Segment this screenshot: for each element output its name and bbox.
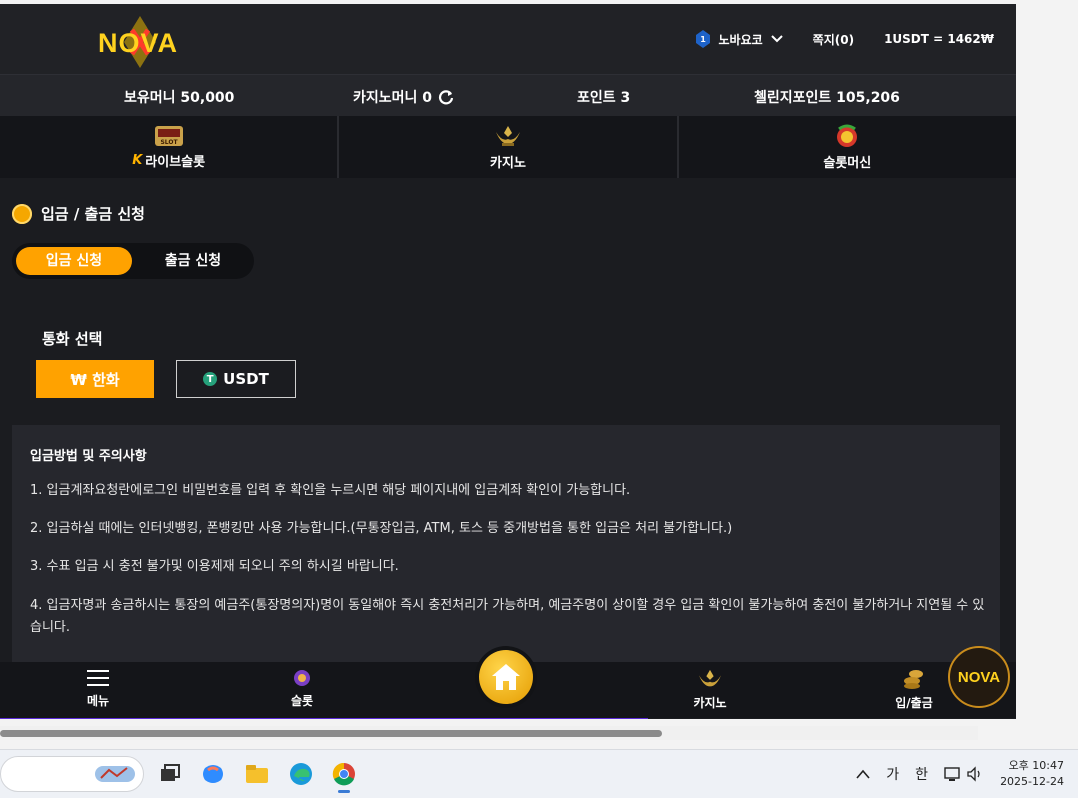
tab-deposit[interactable]: 입금 신청 xyxy=(16,247,132,275)
scrollbar-thumb[interactable] xyxy=(0,730,662,737)
title-bullet-icon xyxy=(12,203,32,224)
home-button[interactable] xyxy=(475,646,537,708)
tab-withdraw[interactable]: 출금 신청 xyxy=(138,247,248,275)
level-badge-icon: 1 xyxy=(696,30,711,48)
search-highlight-icon xyxy=(95,766,135,782)
svg-text:SLOT: SLOT xyxy=(160,139,178,146)
deposit-withdraw-tabs: 입금 신청 출금 신청 xyxy=(12,243,254,279)
notice-item: 3. 수표 입금 시 충전 불가및 이용제재 되오니 주의 하시길 바랍니다. xyxy=(30,559,399,574)
category-slot-machine[interactable]: 슬롯머신 xyxy=(679,116,1016,178)
network-volume-icon[interactable] xyxy=(944,765,984,783)
notice-item: 4. 입금자명과 송금하시는 통장의 예금주(통장명의자)명이 동일해야 즉시 … xyxy=(30,598,985,635)
slot-machine-icon xyxy=(837,124,858,147)
k-brand-icon: K xyxy=(132,152,143,168)
header-utilities: 1 노바요코 쪽지(0) 1USDT = 1462₩ xyxy=(696,30,994,48)
ime-language[interactable]: 한 xyxy=(915,764,928,784)
chevron-up-icon[interactable] xyxy=(856,769,870,779)
bottom-nav-casino[interactable]: 카지노 xyxy=(665,668,755,711)
loading-bar xyxy=(0,718,648,719)
exchange-rate: 1USDT = 1462₩ xyxy=(884,32,994,46)
file-explorer-icon[interactable] xyxy=(243,760,271,788)
currency-usdt-button[interactable]: T USDT xyxy=(176,360,296,398)
windows-taskbar: 가 한 오후 10:47 2025-12-24 xyxy=(0,749,1078,798)
currency-label: 통화 선택 xyxy=(42,330,103,348)
svg-text:NOVA: NOVA xyxy=(98,28,178,58)
slot-icon xyxy=(294,670,310,686)
browser-viewport: NOVA 1 노바요코 쪽지(0) 1USDT = 1462₩ 보유머니 50,… xyxy=(0,4,1016,719)
edge-icon[interactable] xyxy=(287,760,315,788)
category-label: 카지노 xyxy=(490,155,526,171)
ime-indicator[interactable]: 가 xyxy=(886,764,899,784)
nova-logo[interactable]: NOVA xyxy=(82,12,194,70)
challenge-points: 첼린지포인트 105,206 xyxy=(754,90,900,106)
system-tray: 가 한 오후 10:47 2025-12-24 xyxy=(856,750,1064,798)
taskbar-search[interactable] xyxy=(0,756,144,792)
category-nav: SLOT K 라이브슬롯 카지노 슬롯머신 xyxy=(0,116,1016,178)
clock[interactable]: 오후 10:47 2025-12-24 xyxy=(1000,758,1064,790)
category-label: 라이브슬롯 xyxy=(145,154,206,170)
messages-link[interactable]: 쪽지(0) xyxy=(813,31,854,48)
casino-money-balance: 카지노머니 0 xyxy=(353,87,454,107)
money-balance: 보유머니 50,000 xyxy=(124,90,235,106)
category-live-slot[interactable]: SLOT K 라이브슬롯 xyxy=(0,116,340,178)
bottom-nav-deposit[interactable]: 입/출금 xyxy=(869,668,959,711)
hamburger-icon xyxy=(87,670,109,686)
page-title: 입금 / 출금 신청 xyxy=(12,203,145,224)
currency-krw-button[interactable]: ₩ 한화 xyxy=(36,360,154,398)
notice-item: 1. 입금계좌요청란에로그인 비밀번호를 입력 후 확인을 누르시면 해당 페이… xyxy=(30,483,631,498)
deposit-notice-panel: 입금방법 및 주의사항 1. 입금계좌요청란에로그인 비밀번호를 입력 후 확인… xyxy=(12,425,1000,665)
balance-bar: 보유머니 50,000 카지노머니 0 포인트 3 첼린지포인트 105,206 xyxy=(0,74,1016,117)
chevron-down-icon xyxy=(770,35,783,43)
svg-text:NOVA: NOVA xyxy=(958,669,1000,686)
task-view-icon[interactable] xyxy=(156,760,184,788)
casino-crest-icon xyxy=(699,669,721,687)
bottom-nav-slot[interactable]: 슬롯 xyxy=(257,668,347,709)
category-casino[interactable]: 카지노 xyxy=(339,116,679,178)
notice-title: 입금방법 및 주의사항 xyxy=(30,449,147,464)
svg-text:1: 1 xyxy=(701,35,707,44)
user-menu[interactable]: 1 노바요코 xyxy=(696,30,783,48)
horizontal-scrollbar[interactable] xyxy=(0,726,978,740)
notice-item: 2. 입금하실 때에는 인터넷뱅킹, 폰뱅킹만 사용 가능합니다.(무통장입금,… xyxy=(30,521,733,536)
user-name: 노바요코 xyxy=(718,32,763,47)
nova-floating-button[interactable]: NOVA xyxy=(948,646,1010,708)
tether-icon: T xyxy=(203,372,218,386)
slot-sign-icon: SLOT xyxy=(154,125,183,146)
home-icon xyxy=(492,664,520,690)
copilot-icon[interactable] xyxy=(199,760,227,788)
casino-crest-icon xyxy=(495,125,520,146)
nova-logo: NOVA xyxy=(958,669,1000,686)
refresh-icon[interactable] xyxy=(438,89,454,105)
coins-icon xyxy=(904,670,923,689)
points-balance: 포인트 3 xyxy=(577,90,631,106)
site-header: NOVA 1 노바요코 쪽지(0) 1USDT = 1462₩ xyxy=(0,4,1016,74)
bottom-nav-menu[interactable]: 메뉴 xyxy=(53,668,143,709)
category-label: 슬롯머신 xyxy=(823,155,872,171)
chrome-icon[interactable] xyxy=(330,760,358,793)
